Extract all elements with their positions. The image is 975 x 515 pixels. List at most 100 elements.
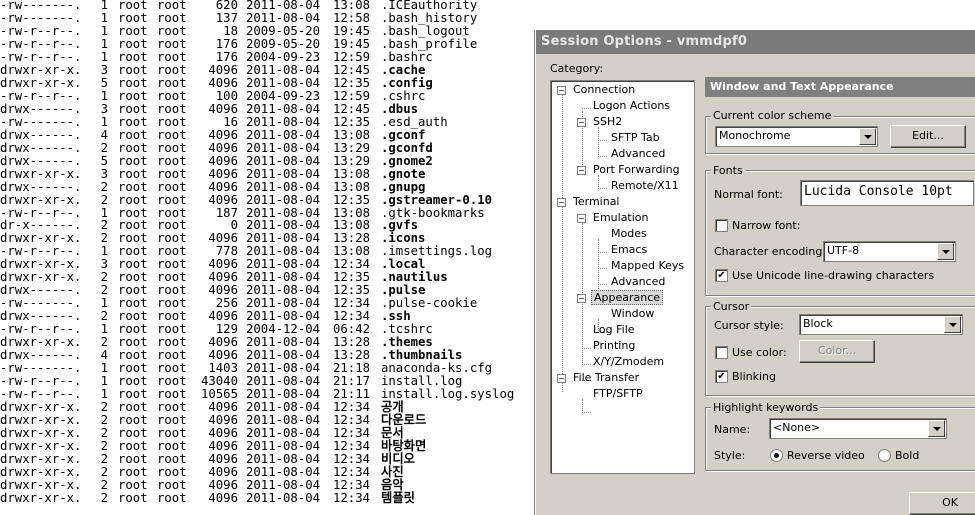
file-date: 2011-08-04 — [246, 127, 321, 142]
chevron-down-icon[interactable] — [937, 243, 954, 260]
file-date: 2011-08-04 — [246, 451, 321, 466]
tree-item-connection[interactable]: Connection — [573, 83, 635, 96]
tree-item-terminal[interactable]: Terminal — [573, 195, 620, 208]
file-group: root — [157, 114, 187, 129]
file-time: 12:35 — [333, 192, 371, 207]
collapse-icon[interactable]: − — [557, 86, 566, 95]
blinking-checkbox[interactable]: ✔ — [715, 370, 728, 383]
tree-item-file-transfer[interactable]: File Transfer — [573, 371, 639, 384]
terminal-line: -rw-r--r--. 1 root root 176 2009-05-20 19:45 .b… — [0, 36, 535, 51]
tree-item-ssh2-advanced[interactable]: Advanced — [611, 147, 665, 160]
tree-connector — [582, 348, 591, 349]
tree-item-emulation[interactable]: Emulation — [593, 211, 649, 224]
link-count: 1 — [100, 49, 108, 64]
cursor-style-value: Block — [803, 317, 833, 330]
reverse-video-radio[interactable] — [770, 449, 783, 462]
chevron-down-icon[interactable] — [928, 420, 945, 437]
terminal-output[interactable]: -rw-------. 1 root root 620 2011-08-04 13:08 .I… — [0, 0, 535, 509]
collapse-icon[interactable]: − — [577, 118, 586, 127]
file-size: 18 — [223, 23, 238, 38]
file-permissions: drwxr-xr-x. — [0, 192, 82, 207]
collapse-icon[interactable]: − — [577, 294, 586, 303]
tree-connector — [598, 156, 607, 157]
file-owner: root — [118, 127, 148, 142]
file-date: 2011-08-04 — [246, 153, 321, 168]
highlight-name-select[interactable]: <None> — [769, 418, 947, 439]
file-name: .bashrc — [381, 49, 433, 64]
file-group: root — [157, 179, 187, 194]
file-group: root — [157, 49, 187, 64]
normal-font-display[interactable]: Lucida Console 10pt — [800, 180, 974, 206]
tree-item-logon-actions[interactable]: Logon Actions — [593, 99, 670, 112]
file-time: 13:29 — [333, 153, 371, 168]
file-date: 2009-05-20 — [246, 36, 321, 51]
tree-item-xyzmodem[interactable]: X/Y/Zmodem — [593, 355, 664, 368]
tree-item-remote-x11[interactable]: Remote/X11 — [611, 179, 679, 192]
tree-connector — [562, 95, 563, 392]
collapse-icon[interactable]: − — [577, 214, 586, 223]
color-scheme-select[interactable]: Monochrome — [715, 126, 878, 147]
character-encoding-value: UTF-8 — [827, 244, 860, 257]
terminal-line: drwx------. 4 root root 4096 2011-08-04 13:08.… — [0, 127, 535, 142]
file-name: .gstreamer-0.10 — [381, 192, 493, 207]
file-permissions: drwxr-xr-x. — [0, 464, 82, 479]
category-tree[interactable]: − Connection Logon Actions − SSH2 SFTP T… — [550, 80, 695, 474]
file-time: 19:45 — [333, 36, 371, 51]
file-permissions: drwxr-xr-x. — [0, 62, 82, 77]
collapse-icon[interactable]: − — [557, 374, 566, 383]
tree-connector — [582, 412, 591, 413]
tree-item-printing[interactable]: Printing — [593, 339, 635, 352]
tree-item-appearance[interactable]: Appearance — [591, 290, 664, 305]
edit-color-scheme-button[interactable]: Edit... — [890, 125, 966, 148]
unicode-line-drawing-checkbox[interactable]: ✔ — [715, 269, 728, 282]
collapse-icon[interactable]: − — [557, 198, 566, 207]
use-color-checkbox[interactable] — [715, 346, 728, 359]
link-count: 5 — [100, 75, 108, 90]
unicode-line-drawing-label: Use Unicode line-drawing characters — [732, 269, 935, 282]
terminal-line: drwx------. 2 root root 4096 2011-08-04 13:08.… — [0, 179, 535, 194]
chevron-down-icon[interactable] — [859, 128, 876, 145]
tree-item-ftp-sftp[interactable]: FTP/SFTP — [593, 387, 643, 400]
cursor-color-button[interactable]: Color... — [799, 340, 875, 363]
file-name: 음악 — [381, 477, 404, 492]
tree-item-ssh2[interactable]: SSH2 — [593, 115, 622, 128]
tree-item-log-file[interactable]: Log File — [593, 323, 635, 336]
tree-item-emulation-advanced[interactable]: Advanced — [611, 275, 665, 288]
file-group: root — [157, 464, 187, 479]
link-count: 2 — [100, 192, 108, 207]
narrow-font-checkbox[interactable] — [715, 219, 728, 232]
narrow-font-label: Narrow font: — [732, 219, 801, 232]
use-color-label: Use color: — [732, 346, 787, 359]
cursor-style-select[interactable]: Block — [799, 314, 963, 335]
tree-item-sftp-tab[interactable]: SFTP Tab — [611, 131, 660, 144]
link-count: 2 — [100, 140, 108, 155]
terminal-line: drwx------. 3 root root 4096 2011-08-04 12:45.… — [0, 101, 535, 116]
terminal-line: drwxr-xr-x. 2 root root 4096 2011-08-04 12:35.… — [0, 192, 535, 207]
color-scheme-value: Monochrome — [719, 129, 791, 142]
file-group: root — [157, 166, 187, 181]
link-count: 2 — [100, 451, 108, 466]
title-bar[interactable]: Session Options - vmmdpf0 — [536, 30, 975, 54]
tree-item-mapped-keys[interactable]: Mapped Keys — [611, 259, 684, 272]
file-size: 4096 — [208, 192, 238, 207]
file-time: 13:08 — [333, 179, 371, 194]
tree-item-window[interactable]: Window — [611, 307, 654, 320]
tree-item-emacs[interactable]: Emacs — [611, 243, 647, 256]
tree-item-port-forwarding[interactable]: Port Forwarding — [593, 163, 680, 176]
tree-connector — [598, 140, 607, 141]
file-size: 176 — [215, 36, 238, 51]
file-group: root — [157, 477, 187, 492]
collapse-icon[interactable]: − — [577, 166, 586, 175]
ok-button[interactable]: OK — [909, 492, 975, 515]
terminal-line: -rw-------. 1 root root 16 2011-08-04 12:35 .es… — [0, 114, 535, 129]
bold-radio[interactable] — [878, 449, 891, 462]
file-time: 13:08 — [333, 166, 371, 181]
file-size: 4096 — [208, 140, 238, 155]
file-time: 12:34 — [333, 464, 371, 479]
file-size: 4096 — [208, 101, 238, 116]
chevron-down-icon[interactable] — [944, 316, 961, 333]
character-encoding-select[interactable]: UTF-8 — [823, 241, 956, 262]
tree-item-modes[interactable]: Modes — [611, 227, 647, 240]
category-label: Category: — [550, 62, 604, 75]
tree-connector — [598, 175, 599, 189]
